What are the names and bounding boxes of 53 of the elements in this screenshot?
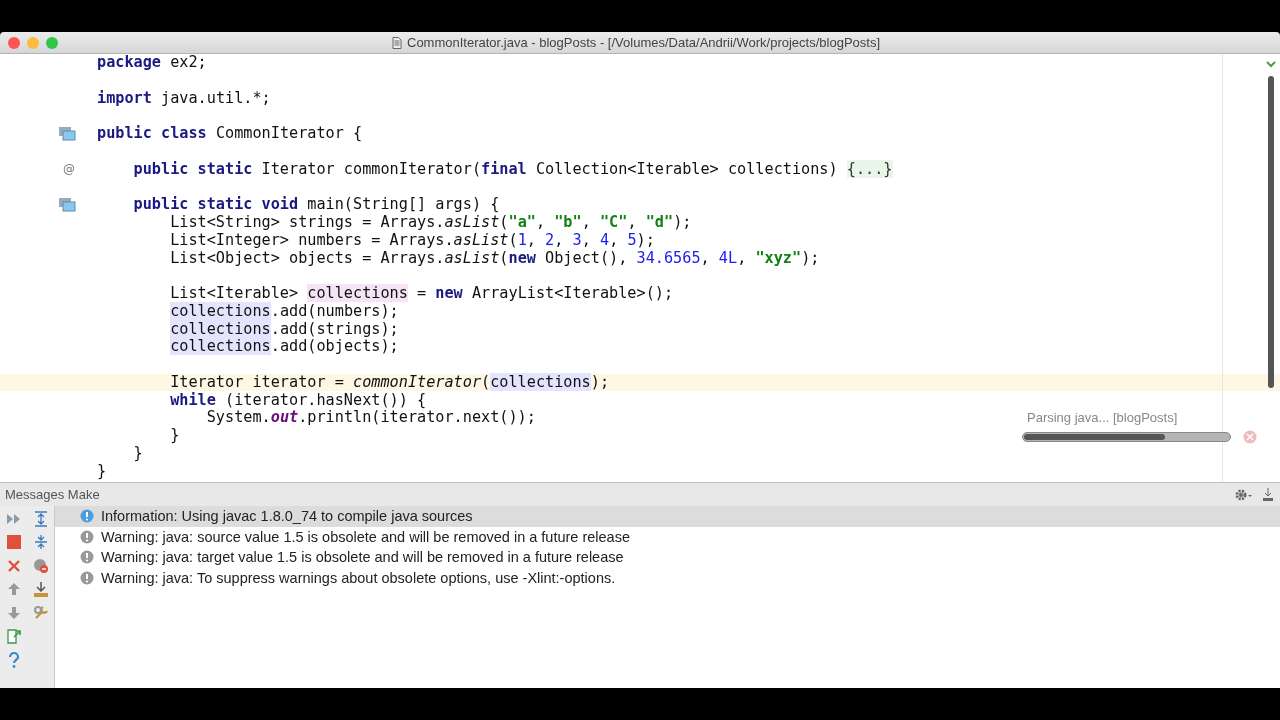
collapse-all-icon[interactable] bbox=[32, 534, 49, 551]
code-line: package ex2; bbox=[97, 54, 207, 72]
close-button[interactable] bbox=[8, 36, 20, 49]
close-icon[interactable] bbox=[6, 558, 21, 573]
code-line: } bbox=[133, 444, 143, 462]
code-editor[interactable] bbox=[0, 54, 1280, 482]
code-line: while (iterator.hasNext()) { bbox=[170, 391, 427, 409]
code-line: List<Iterable> collections = new ArrayList<Iterable>(); bbox=[170, 285, 674, 303]
code-line: import java.util.*; bbox=[97, 89, 271, 107]
code-line: public class CommonIterator { bbox=[97, 125, 363, 143]
code-line: collections.add(numbers); bbox=[170, 302, 399, 320]
down-arrow-icon[interactable] bbox=[6, 605, 21, 620]
structure-icon[interactable] bbox=[58, 197, 76, 213]
panel-title: Messages Make bbox=[5, 487, 100, 502]
up-arrow-icon[interactable] bbox=[6, 582, 21, 597]
message-row[interactable]: Warning: java: To suppress warnings about obsolete options, use -Xlint:-options. bbox=[55, 567, 1280, 588]
message-row[interactable]: Warning: java: source value 1.5 is obsolete and will be removed in a future release bbox=[55, 526, 1280, 547]
code-line: collections.add(strings); bbox=[170, 320, 399, 338]
hide-panel-icon[interactable] bbox=[1262, 487, 1274, 502]
scrollbar[interactable] bbox=[1268, 76, 1274, 388]
override-marker[interactable]: @ bbox=[58, 162, 75, 177]
wrench-icon[interactable] bbox=[32, 604, 49, 621]
info-icon bbox=[80, 509, 94, 524]
rerun-icon[interactable] bbox=[5, 511, 22, 526]
check-icon[interactable] bbox=[1266, 60, 1276, 68]
code-line: } bbox=[97, 462, 107, 480]
code-line: } bbox=[170, 427, 180, 445]
cancel-icon[interactable] bbox=[1243, 430, 1257, 444]
message-row[interactable]: Information: Using javac 1.8.0_74 to compile java sources bbox=[55, 506, 1280, 527]
code-line: System.out.println(iterator.next()); bbox=[206, 409, 536, 427]
code-line: collections.add(objects); bbox=[170, 338, 399, 356]
warning-icon bbox=[80, 550, 94, 565]
export-icon[interactable] bbox=[32, 581, 49, 598]
warning-icon bbox=[80, 570, 94, 585]
help-icon[interactable] bbox=[7, 651, 20, 668]
export-file-icon[interactable] bbox=[5, 628, 22, 645]
code-line: Iterator iterator = commonIterator(collections); bbox=[170, 373, 610, 391]
warning-filter-icon[interactable] bbox=[32, 557, 49, 574]
message-row[interactable]: Warning: java: target value 1.5 is obsolete and will be removed in a future release bbox=[55, 547, 1280, 568]
stop-icon[interactable] bbox=[6, 535, 21, 550]
window-title: CommonIterator.java - blogPosts - [/Volumes/Data/Andrii/Work/projects/blogPosts] bbox=[407, 35, 880, 50]
expand-all-icon[interactable] bbox=[32, 510, 49, 527]
file-icon bbox=[392, 36, 402, 49]
zoom-button[interactable] bbox=[46, 36, 58, 49]
code-line: List<Integer> numbers = Arrays.asList(1, 2, 3, 4, 5); bbox=[170, 231, 655, 249]
structure-icon[interactable] bbox=[58, 126, 76, 142]
code-line: public static void main(String[] args) { bbox=[133, 196, 500, 214]
code-line: public static Iterator commonIterator(final Collection<Iterable> collections) {...} bbox=[133, 160, 893, 178]
settings-icon[interactable] bbox=[1234, 487, 1254, 502]
code-line: List<Object> objects = Arrays.asList(new Object(), 34.6565, 4L, "xyz"); bbox=[170, 249, 820, 267]
warning-icon bbox=[80, 529, 94, 544]
progress-label: Parsing java... [blogPosts] bbox=[1026, 410, 1179, 425]
code-line: List<String> strings = Arrays.asList("a", "b", "C", "d"); bbox=[170, 214, 692, 232]
